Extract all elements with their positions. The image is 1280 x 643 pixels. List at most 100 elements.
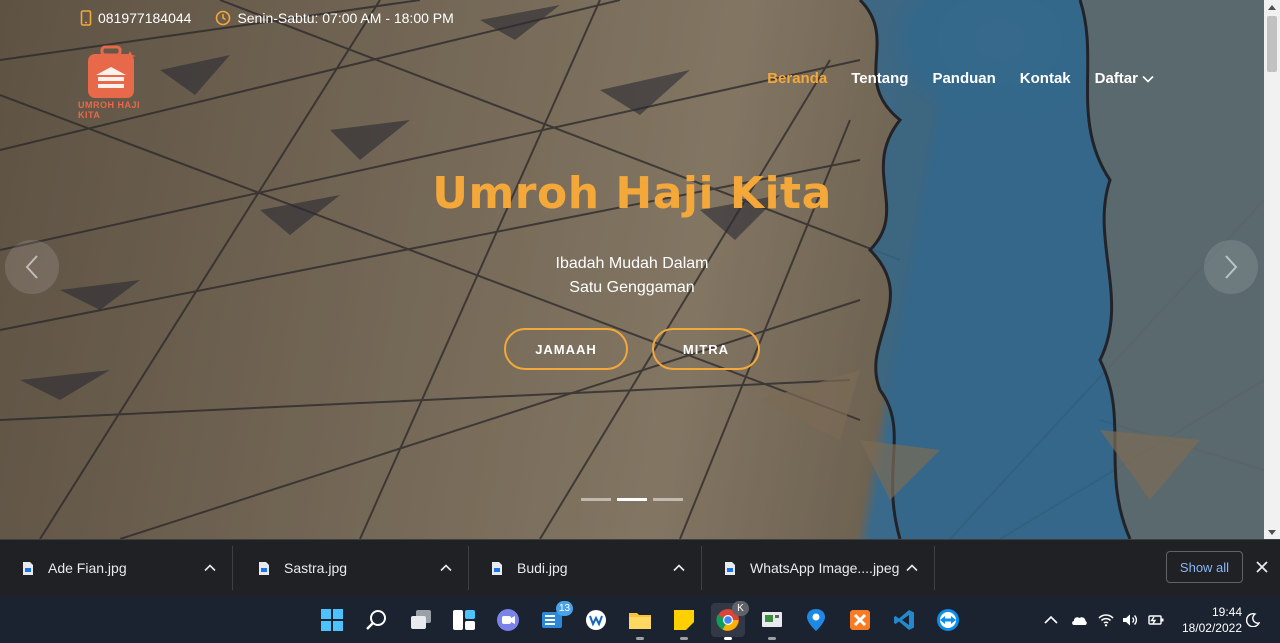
widgets-icon: [453, 610, 475, 630]
phone-info: 081977184044: [80, 10, 191, 26]
notification-button[interactable]: [1246, 596, 1260, 643]
carousel-next-button[interactable]: [1204, 240, 1258, 294]
taskbar-clock[interactable]: 19:44 18/02/2022: [1172, 604, 1242, 636]
download-filename: WhatsApp Image....jpeg: [750, 560, 900, 576]
hero-actions: JAMAAH MITRA: [0, 328, 1264, 370]
sticky-notes-button[interactable]: [667, 603, 701, 640]
chevron-up-icon[interactable]: [673, 564, 685, 572]
carousel-prev-button[interactable]: [5, 240, 59, 294]
main-nav: Beranda Tentang Panduan Kontak Daftar: [767, 70, 1154, 87]
vscode-button[interactable]: [887, 603, 921, 637]
download-item[interactable]: Budi.jpg: [469, 546, 702, 590]
logo-text: UMROH HAJI KITA: [78, 100, 141, 120]
map-pin-icon: [807, 609, 825, 631]
show-all-downloads-button[interactable]: Show all: [1166, 551, 1243, 583]
chat-icon: [497, 609, 519, 631]
nav-daftar-dropdown[interactable]: Daftar: [1095, 70, 1154, 87]
sticky-note-icon: [674, 610, 694, 630]
site-logo[interactable]: UMROH HAJI KITA: [78, 45, 158, 120]
wordpad-app-button[interactable]: [579, 603, 613, 637]
mail-app-button[interactable]: 13: [535, 601, 573, 637]
download-shelf: Ade Fian.jpg Sastra.jpg Budi.jpg WhatsAp…: [0, 539, 1280, 596]
phone-number: 081977184044: [98, 10, 192, 26]
opening-hours: Senin-Sabtu: 07:00 AM - 18:00 PM: [237, 10, 454, 26]
start-button[interactable]: [315, 603, 349, 637]
hero-title: Umroh Haji Kita: [432, 168, 832, 219]
chevron-up-icon[interactable]: [906, 564, 918, 572]
close-icon: [1256, 561, 1268, 573]
task-view-button[interactable]: [404, 603, 438, 637]
running-indicator: [768, 637, 776, 640]
image-file-icon: [725, 561, 735, 575]
hero-subtitle-line2: Satu Genggaman: [569, 279, 695, 296]
image-file-icon: [492, 561, 502, 575]
carousel-indicator-2[interactable]: [617, 498, 647, 501]
windows-taskbar: 13 K 19:44 18/02/2022: [0, 596, 1280, 643]
chevron-up-icon[interactable]: [204, 564, 216, 572]
suitcase-logo-icon: [88, 45, 136, 98]
download-filename: Ade Fian.jpg: [48, 560, 127, 576]
chevron-up-icon[interactable]: [1044, 615, 1058, 625]
nav-beranda[interactable]: Beranda: [767, 70, 827, 87]
nav-daftar-label: Daftar: [1094, 70, 1138, 87]
vscode-icon: [894, 610, 914, 630]
carousel-indicator-3[interactable]: [653, 498, 683, 501]
chrome-button[interactable]: K: [711, 601, 749, 640]
chevron-left-icon: [25, 255, 38, 279]
running-indicator: [636, 637, 644, 640]
maps-app-button[interactable]: [799, 603, 833, 637]
carousel-indicators: [0, 498, 1264, 501]
scrollbar-thumb[interactable]: [1267, 16, 1277, 72]
chevron-up-icon[interactable]: [440, 564, 452, 572]
onedrive-cloud-icon[interactable]: [1070, 614, 1088, 626]
image-file-icon: [259, 561, 269, 575]
task-view-icon: [411, 610, 431, 629]
download-filename: Budi.jpg: [517, 560, 568, 576]
clock-icon: [216, 10, 231, 26]
teams-chat-button[interactable]: [491, 603, 525, 637]
hero-carousel: 081977184044 Senin-Sabtu: 07:00 AM - 18:…: [0, 0, 1264, 539]
jamaah-button[interactable]: JAMAAH: [504, 328, 628, 370]
wifi-icon[interactable]: [1098, 613, 1114, 627]
xampp-button[interactable]: [843, 603, 877, 637]
image-file-icon: [23, 561, 33, 575]
nav-kontak[interactable]: Kontak: [1020, 70, 1071, 87]
download-item[interactable]: Sastra.jpg: [236, 546, 469, 590]
chevron-down-icon: [1142, 75, 1154, 83]
hero-subtitle: Ibadah Mudah Dalam Satu Genggaman: [0, 252, 1264, 300]
file-explorer-button[interactable]: [623, 603, 657, 640]
clock-date: 18/02/2022: [1181, 621, 1242, 635]
search-icon: [366, 610, 386, 630]
hero-subtitle-line1: Ibadah Mudah Dalam: [555, 255, 709, 272]
nav-panduan[interactable]: Panduan: [932, 70, 995, 87]
windows-logo-icon: [321, 609, 343, 631]
scroll-down-arrow-icon[interactable]: [1264, 525, 1280, 539]
system-tray: [1044, 596, 1164, 643]
teamviewer-button[interactable]: [931, 603, 965, 637]
remote-desktop-button[interactable]: [755, 603, 789, 640]
writing-app-icon: [586, 610, 606, 630]
phone-icon: [80, 10, 92, 26]
teamviewer-icon: [937, 609, 959, 631]
widgets-button[interactable]: [447, 603, 481, 637]
mitra-button[interactable]: MITRA: [652, 328, 760, 370]
contact-topbar: 081977184044 Senin-Sabtu: 07:00 AM - 18:…: [80, 10, 454, 26]
nav-tentang[interactable]: Tentang: [851, 70, 908, 87]
carousel-indicator-1[interactable]: [581, 498, 611, 501]
scroll-up-arrow-icon[interactable]: [1264, 0, 1280, 14]
volume-icon[interactable]: [1122, 613, 1138, 627]
page-scrollbar[interactable]: [1264, 0, 1280, 539]
running-indicator: [680, 637, 688, 640]
chevron-right-icon: [1225, 255, 1238, 279]
taskbar-search-button[interactable]: [360, 603, 394, 637]
hours-info: Senin-Sabtu: 07:00 AM - 18:00 PM: [215, 10, 454, 26]
screen-app-icon: [762, 612, 782, 627]
download-filename: Sastra.jpg: [284, 560, 348, 576]
download-item[interactable]: WhatsApp Image....jpeg: [702, 546, 935, 590]
browser-viewport: 081977184044 Senin-Sabtu: 07:00 AM - 18:…: [0, 0, 1280, 539]
close-download-shelf-button[interactable]: [1252, 557, 1272, 577]
xampp-icon: [850, 610, 870, 630]
download-item[interactable]: Ade Fian.jpg: [0, 546, 233, 590]
battery-charging-icon[interactable]: [1146, 613, 1164, 627]
running-indicator: [724, 637, 732, 640]
